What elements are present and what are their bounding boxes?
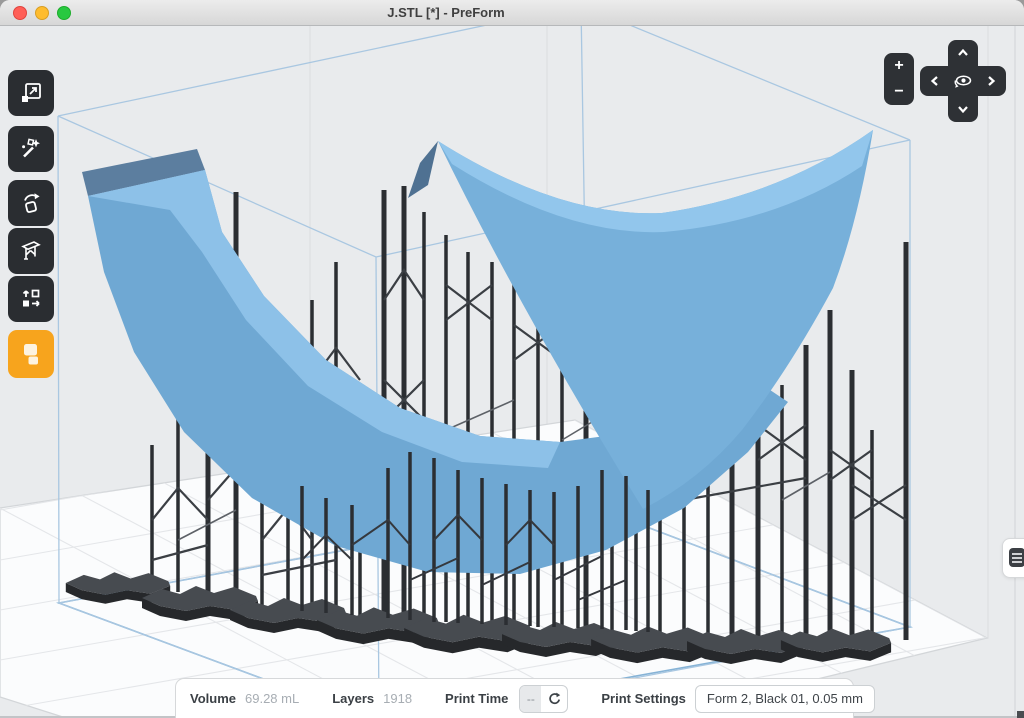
pan-left-button[interactable] [928,74,942,88]
close-button[interactable] [13,6,27,20]
zoom-control: + − [884,53,914,105]
orientation-tool-button[interactable] [8,180,54,226]
one-click-print-tool-button[interactable] [8,126,54,172]
minimize-button[interactable] [35,6,49,20]
size-tool-button[interactable] [8,70,54,116]
orbit-view-icon [950,68,976,94]
orbit-view-button[interactable] [950,68,976,94]
traffic-lights [13,6,71,20]
arrow-barb-face [408,141,438,198]
layers-label: Layers [332,691,374,706]
fullscreen-button[interactable] [57,6,71,20]
refresh-icon [546,691,562,707]
layers-value: 1918 [383,691,412,706]
titlebar: J.STL [*] - PreForm [0,0,1024,26]
print-time-control: -- [519,685,568,713]
supports-icon [19,239,43,263]
scale-icon [19,81,43,105]
pan-up-button[interactable] [956,46,970,60]
rotate-icon [19,191,43,215]
print-button[interactable] [8,330,54,378]
chevron-down-icon [956,102,970,116]
zoom-in-button[interactable]: + [884,53,914,79]
print-settings-dropdown[interactable]: Form 2, Black 01, 0.05 mm [695,685,875,713]
print-settings-label: Print Settings [601,691,686,706]
layout-tool-button[interactable] [8,276,54,322]
model-list-drawer-handle [1002,538,1024,578]
toolbar-left [8,70,54,378]
scene-canvas [0,25,1024,718]
chevron-right-icon [984,74,998,88]
pan-down-button[interactable] [956,102,970,116]
chevron-left-icon [928,74,942,88]
window-title: J.STL [*] - PreForm [346,0,546,25]
viewport-3d[interactable]: + − [0,25,1024,718]
cartridge-icon [18,341,44,367]
print-time-refresh-button[interactable] [541,686,567,712]
chevron-up-icon [956,46,970,60]
pan-right-button[interactable] [984,74,998,88]
supports-tool-button[interactable] [8,228,54,274]
resize-grip[interactable] [1017,711,1024,718]
zoom-out-button[interactable]: − [884,79,914,105]
model-list-button[interactable] [1009,548,1024,567]
volume-label: Volume [190,691,236,706]
preform-window: J.STL [*] - PreForm [0,0,1024,718]
print-time-label: Print Time [445,691,508,706]
volume-value: 69.28 mL [245,691,299,706]
layout-icon [19,287,43,311]
print-time-value: -- [520,686,541,712]
status-bar: Volume 69.28 mL Layers 1918 Print Time -… [175,678,854,718]
view-dpad [920,40,1006,122]
magic-wand-icon [19,137,43,161]
hamburger-icon [1012,553,1022,555]
